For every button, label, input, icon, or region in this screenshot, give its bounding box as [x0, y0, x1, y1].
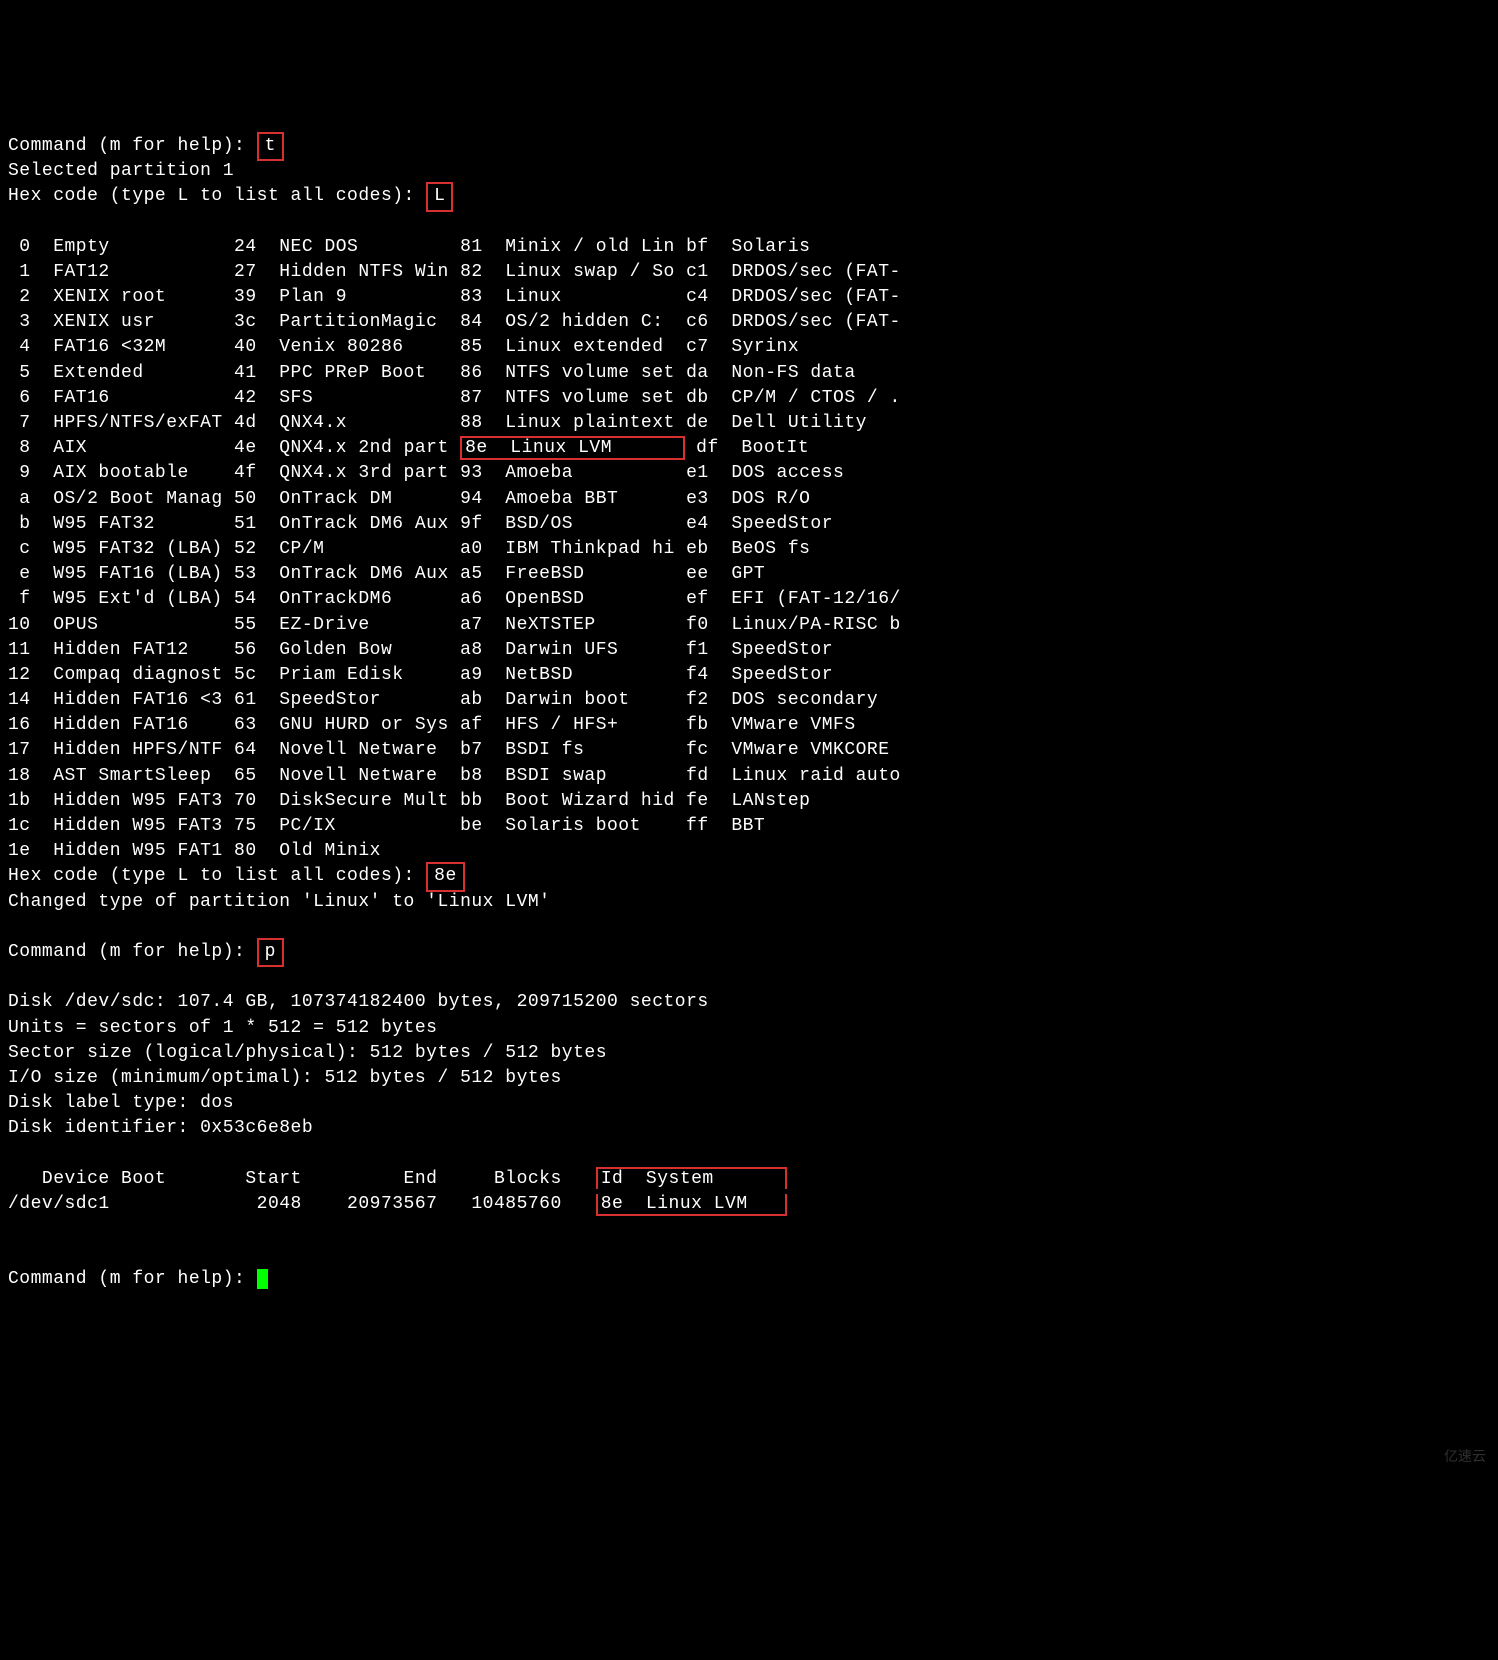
table-row: 9 AIX bootable 4f QNX4.x 3rd part 93 Amo… [8, 461, 1490, 486]
table-row: a OS/2 Boot Manag 50 OnTrack DM 94 Amoeb… [8, 487, 1490, 512]
partition-header-row: Device Boot Start End Blocks Id System [8, 1167, 1490, 1192]
disk-info-line: Sector size (logical/physical): 512 byte… [8, 1041, 1490, 1066]
input-8e[interactable]: 8e [426, 862, 465, 891]
table-row: 1e Hidden W95 FAT1 80 Old Minix [8, 839, 1490, 864]
disk-info-line: I/O size (minimum/optimal): 512 bytes / … [8, 1066, 1490, 1091]
table-row: c W95 FAT32 (LBA) 52 CP/M a0 IBM Thinkpa… [8, 537, 1490, 562]
input-t[interactable]: t [257, 132, 284, 161]
table-row: 4 FAT16 <32M 40 Venix 80286 85 Linux ext… [8, 335, 1490, 360]
table-row: 1b Hidden W95 FAT3 70 DiskSecure Mult bb… [8, 789, 1490, 814]
table-row: 2 XENIX root 39 Plan 9 83 Linux c4 DRDOS… [8, 285, 1490, 310]
table-row: 8 AIX 4e QNX4.x 2nd part 8e Linux LVM df… [8, 436, 1490, 461]
input-L[interactable]: L [426, 182, 453, 211]
hex-code-table: 0 Empty 24 NEC DOS 81 Minix / old Lin bf… [8, 235, 1490, 865]
table-row: 10 OPUS 55 EZ-Drive a7 NeXTSTEP f0 Linux… [8, 613, 1490, 638]
table-row: 17 Hidden HPFS/NTF 64 Novell Netware b7 … [8, 738, 1490, 763]
disk-info-line: Disk identifier: 0x53c6e8eb [8, 1116, 1490, 1141]
cursor-icon [257, 1269, 268, 1289]
partition-data-row: /dev/sdc1 2048 20973567 10485760 8e Linu… [8, 1192, 1490, 1217]
table-row: e W95 FAT16 (LBA) 53 OnTrack DM6 Aux a5 … [8, 562, 1490, 587]
input-p[interactable]: p [257, 938, 284, 967]
watermark-label: 亿速云 [1444, 1447, 1486, 1467]
prompt-command-2: Command (m for help): [8, 942, 257, 962]
linux-lvm-highlight: 8e Linux LVM [460, 436, 685, 460]
terminal-output: Command (m for help): t Selected partiti… [8, 109, 1490, 1293]
table-row: 6 FAT16 42 SFS 87 NTFS volume set db CP/… [8, 386, 1490, 411]
msg-selected: Selected partition 1 [8, 161, 234, 181]
table-row: b W95 FAT32 51 OnTrack DM6 Aux 9f BSD/OS… [8, 512, 1490, 537]
table-row: 1c Hidden W95 FAT3 75 PC/IX be Solaris b… [8, 814, 1490, 839]
prompt-command-3: Command (m for help): [8, 1269, 257, 1289]
id-system-data-highlight: 8e Linux LVM [596, 1194, 787, 1216]
table-row: 12 Compaq diagnost 5c Priam Edisk a9 Net… [8, 663, 1490, 688]
id-system-header-highlight: Id System [596, 1167, 787, 1189]
table-row: 14 Hidden FAT16 <3 61 SpeedStor ab Darwi… [8, 688, 1490, 713]
table-row: 1 FAT12 27 Hidden NTFS Win 82 Linux swap… [8, 260, 1490, 285]
prompt-hex: Hex code (type L to list all codes): [8, 186, 426, 206]
table-row: 16 Hidden FAT16 63 GNU HURD or Sys af HF… [8, 713, 1490, 738]
disk-info-line: Disk label type: dos [8, 1091, 1490, 1116]
partition-table: Device Boot Start End Blocks Id System /… [8, 1167, 1490, 1243]
prompt-hex-2: Hex code (type L to list all codes): [8, 866, 426, 886]
disk-info-block: Disk /dev/sdc: 107.4 GB, 107374182400 by… [8, 990, 1490, 1141]
table-row: 11 Hidden FAT12 56 Golden Bow a8 Darwin … [8, 638, 1490, 663]
table-row: 3 XENIX usr 3c PartitionMagic 84 OS/2 hi… [8, 310, 1490, 335]
table-row: 0 Empty 24 NEC DOS 81 Minix / old Lin bf… [8, 235, 1490, 260]
disk-info-line: Disk /dev/sdc: 107.4 GB, 107374182400 by… [8, 990, 1490, 1015]
table-row: 18 AST SmartSleep 65 Novell Netware b8 B… [8, 764, 1490, 789]
msg-changed: Changed type of partition 'Linux' to 'Li… [8, 892, 550, 912]
table-row: 7 HPFS/NTFS/exFAT 4d QNX4.x 88 Linux pla… [8, 411, 1490, 436]
table-row: 5 Extended 41 PPC PReP Boot 86 NTFS volu… [8, 361, 1490, 386]
disk-info-line: Units = sectors of 1 * 512 = 512 bytes [8, 1016, 1490, 1041]
table-row: f W95 Ext'd (LBA) 54 OnTrackDM6 a6 OpenB… [8, 587, 1490, 612]
prompt-command: Command (m for help): [8, 136, 257, 156]
